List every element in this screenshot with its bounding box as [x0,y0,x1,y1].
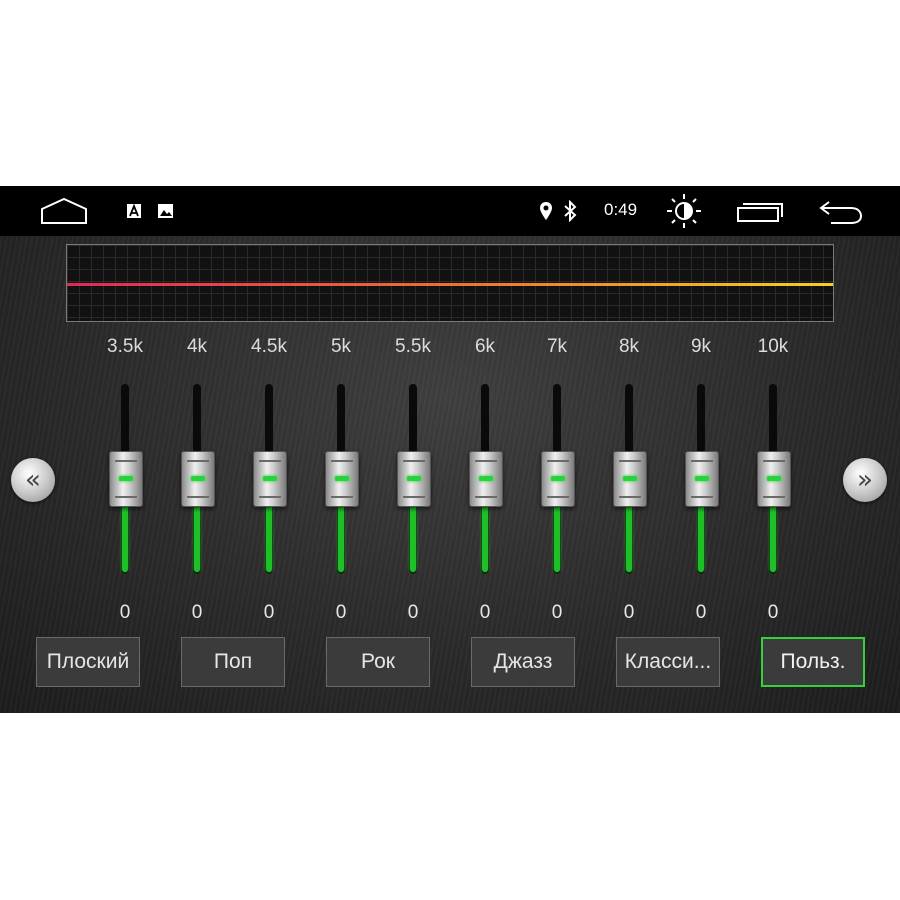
slider-indicator [407,476,421,481]
equalizer-screen: 0:49 « » 3.5k 0 4k 0 4.5k 0 5k 0 5.5k 0 … [0,186,900,713]
eq-band: 3.5k 0 [95,336,155,626]
band-gain-value: 0 [695,602,707,623]
slider-handle[interactable] [397,451,431,507]
band-frequency-label: 10k [757,336,789,357]
frequency-response-graph [66,244,834,322]
slider-handle[interactable] [109,451,143,507]
preset-jazz-button[interactable]: Джазз [471,637,575,687]
eq-band: 6k 0 [455,336,515,626]
slider-indicator [263,476,277,481]
preset-flat-button[interactable]: Плоский [36,637,140,687]
band-frequency-label: 5k [330,336,352,357]
band-frequency-label: 6k [474,336,496,357]
band-frequency-label: 4k [186,336,208,357]
next-page-button[interactable]: » [843,458,887,502]
eq-band: 4k 0 [167,336,227,626]
band-gain-value: 0 [263,602,275,623]
double-chevron-left-icon: « [25,465,41,495]
band-frequency-label: 5.5k [395,336,431,357]
home-icon[interactable] [38,196,90,226]
slider-handle[interactable] [181,451,215,507]
slider-handle[interactable] [253,451,287,507]
bluetooth-icon [562,199,578,223]
image-notification-icon [156,202,174,219]
preset-custom-button[interactable]: Польз. [761,637,865,687]
status-bar: 0:49 [0,186,900,236]
slider-indicator [335,476,349,481]
eq-band: 5.5k 0 [383,336,443,626]
slider-handle[interactable] [757,451,791,507]
eq-band: 10k 0 [743,336,803,626]
back-icon[interactable] [816,198,864,226]
slider-indicator [119,476,133,481]
slider-indicator [695,476,709,481]
slider-handle[interactable] [613,451,647,507]
eq-band: 5k 0 [311,336,371,626]
preset-rock-button[interactable]: Рок [326,637,430,687]
slider-handle[interactable] [325,451,359,507]
band-gain-value: 0 [335,602,347,623]
recent-apps-icon[interactable] [734,200,786,224]
band-frequency-label: 4.5k [251,336,287,357]
band-gain-value: 0 [479,602,491,623]
location-icon [538,200,554,222]
band-gain-value: 0 [119,602,131,623]
slider-handle[interactable] [469,451,503,507]
band-frequency-label: 7k [546,336,568,357]
band-gain-value: 0 [407,602,419,623]
slider-indicator [623,476,637,481]
band-gain-value: 0 [623,602,635,623]
clock: 0:49 [604,200,638,219]
band-frequency-label: 9k [690,336,712,357]
band-frequency-label: 3.5k [107,336,143,357]
slider-handle[interactable] [541,451,575,507]
eq-band: 9k 0 [671,336,731,626]
eq-band: 7k 0 [527,336,587,626]
app-notification-icon [125,202,142,219]
slider-indicator [767,476,781,481]
band-gain-value: 0 [551,602,563,623]
slider-indicator [479,476,493,481]
eq-band: 8k 0 [599,336,659,626]
band-frequency-label: 8k [618,336,640,357]
slider-indicator [191,476,205,481]
preset-classic-button[interactable]: Класси... [616,637,720,687]
prev-page-button[interactable]: « [11,458,55,502]
band-gain-value: 0 [191,602,203,623]
slider-indicator [551,476,565,481]
brightness-icon[interactable] [664,192,704,230]
preset-pop-button[interactable]: Поп [181,637,285,687]
double-chevron-right-icon: » [857,465,873,495]
eq-band: 4.5k 0 [239,336,299,626]
band-gain-value: 0 [767,602,779,623]
eq-curve [67,283,833,286]
slider-handle[interactable] [685,451,719,507]
